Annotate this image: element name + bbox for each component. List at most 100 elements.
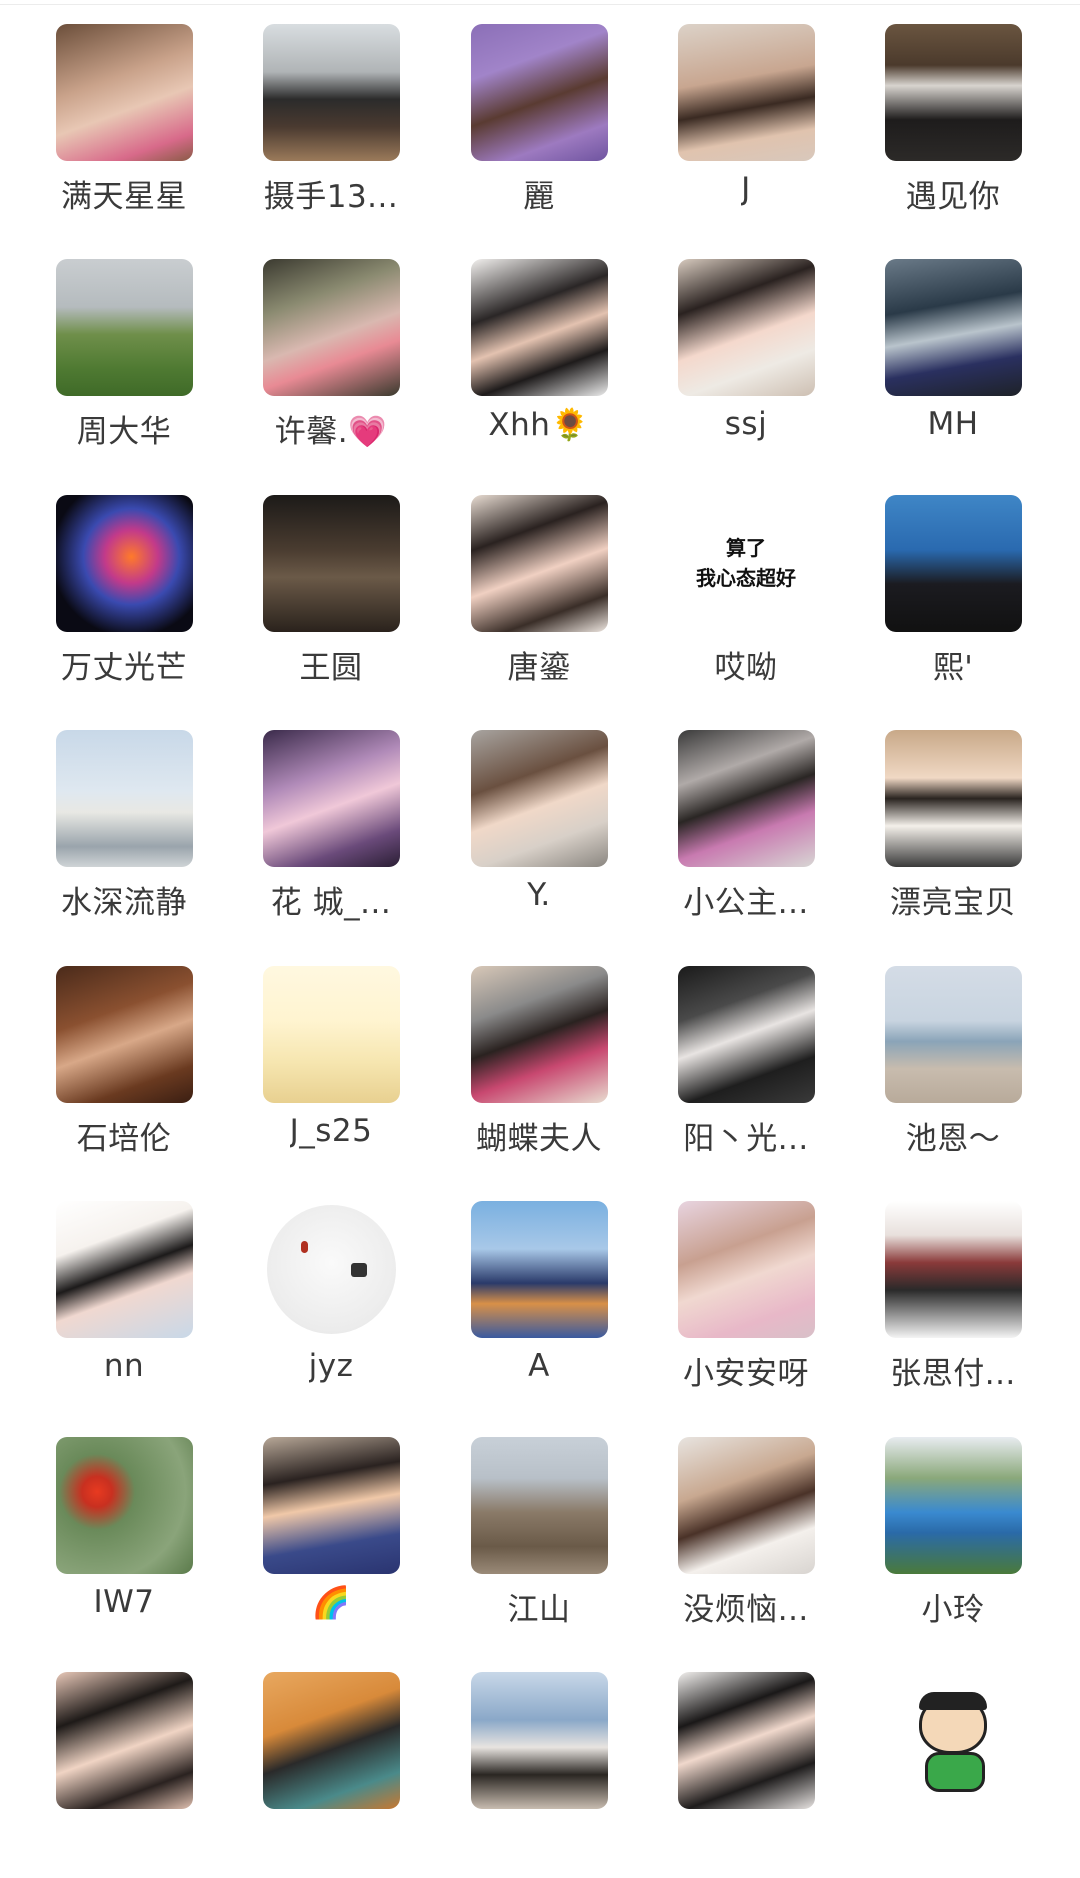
member-item[interactable]: nn — [21, 1177, 227, 1407]
member-avatar[interactable] — [55, 1672, 193, 1809]
member-avatar[interactable] — [470, 259, 608, 396]
member-name: jyz — [308, 1348, 354, 1384]
member-avatar[interactable] — [884, 259, 1022, 396]
member-item[interactable] — [643, 1648, 849, 1878]
member-item[interactable]: 小玲 — [850, 1413, 1056, 1643]
member-item[interactable]: 花 城_... — [228, 706, 434, 936]
member-item[interactable]: 许馨.💗 — [228, 235, 434, 465]
member-avatar[interactable] — [677, 24, 815, 161]
member-name: 遇见你 — [905, 179, 1001, 215]
member-avatar[interactable] — [677, 1672, 815, 1809]
member-item[interactable]: jyz — [228, 1177, 434, 1407]
member-avatar[interactable] — [470, 1672, 608, 1809]
member-item[interactable]: 蝴蝶夫人 — [436, 942, 642, 1172]
member-item[interactable]: Y. — [436, 706, 642, 936]
member-name: 熙' — [932, 650, 974, 686]
member-name: 摄手13... — [263, 179, 399, 215]
member-item[interactable]: 万丈光芒 — [21, 471, 227, 701]
member-avatar[interactable] — [262, 1672, 400, 1809]
member-name: 麗 — [523, 179, 555, 215]
member-avatar[interactable] — [884, 24, 1022, 161]
member-avatar[interactable] — [884, 1437, 1022, 1574]
member-name: 阳丶光... — [683, 1121, 809, 1157]
member-avatar[interactable] — [677, 730, 815, 867]
member-item[interactable]: 石培伦 — [21, 942, 227, 1172]
member-avatar[interactable] — [677, 259, 815, 396]
member-item[interactable]: 麗 — [436, 0, 642, 230]
member-item[interactable]: 摄手13... — [228, 0, 434, 230]
member-avatar[interactable] — [262, 730, 400, 867]
member-name: 王圆 — [299, 650, 363, 686]
member-avatar[interactable] — [884, 730, 1022, 867]
member-avatar[interactable] — [55, 966, 193, 1103]
member-item[interactable]: 周大华 — [21, 235, 227, 465]
member-avatar[interactable] — [884, 495, 1022, 632]
member-item[interactable]: 熙' — [850, 471, 1056, 701]
member-item[interactable]: Xhh🌻 — [436, 235, 642, 465]
member-avatar[interactable] — [55, 259, 193, 396]
member-item[interactable] — [228, 1648, 434, 1878]
member-avatar[interactable] — [262, 966, 400, 1103]
member-avatar[interactable] — [470, 730, 608, 867]
member-avatar[interactable] — [262, 1437, 400, 1574]
member-item[interactable]: ssj — [643, 235, 849, 465]
member-item[interactable]: 小公主... — [643, 706, 849, 936]
member-avatar[interactable] — [884, 966, 1022, 1103]
member-avatar[interactable] — [55, 495, 193, 632]
member-item[interactable]: 王圆 — [228, 471, 434, 701]
member-avatar[interactable] — [262, 24, 400, 161]
member-avatar[interactable] — [884, 1201, 1022, 1338]
member-avatar[interactable] — [470, 1201, 608, 1338]
member-item[interactable]: J — [643, 0, 849, 230]
member-item[interactable]: 池恩～ — [850, 942, 1056, 1172]
member-name: 小玲 — [921, 1592, 985, 1628]
member-item[interactable]: 🌈 — [228, 1413, 434, 1643]
member-item[interactable]: 江山 — [436, 1413, 642, 1643]
member-name: ssj — [724, 406, 768, 442]
member-item[interactable]: 唐鎏 — [436, 471, 642, 701]
member-avatar[interactable] — [470, 1437, 608, 1574]
member-name: 哎呦 — [714, 650, 778, 686]
member-item[interactable] — [21, 1648, 227, 1878]
member-avatar[interactable] — [470, 24, 608, 161]
member-item[interactable]: 小安安呀 — [643, 1177, 849, 1407]
member-avatar[interactable] — [262, 495, 400, 632]
member-item[interactable] — [436, 1648, 642, 1878]
member-item[interactable]: 阳丶光... — [643, 942, 849, 1172]
member-item[interactable] — [850, 1648, 1056, 1878]
member-item[interactable]: 遇见你 — [850, 0, 1056, 230]
member-item[interactable]: 漂亮宝贝 — [850, 706, 1056, 936]
member-item[interactable]: 算了 我心态超好 哎呦 — [643, 471, 849, 701]
cartoon-hair — [918, 1692, 987, 1710]
member-item[interactable]: MH — [850, 235, 1056, 465]
member-item[interactable]: 水深流静 — [21, 706, 227, 936]
member-name: 满天星星 — [61, 179, 187, 215]
member-avatar[interactable] — [470, 495, 608, 632]
member-avatar[interactable] — [55, 1437, 193, 1574]
member-avatar[interactable] — [470, 966, 608, 1103]
member-item[interactable]: IW7 — [21, 1413, 227, 1643]
member-avatar[interactable] — [262, 259, 400, 396]
member-avatar[interactable] — [55, 1201, 193, 1338]
member-name: A — [528, 1348, 550, 1384]
member-avatar[interactable]: 算了 我心态超好 — [677, 495, 815, 632]
member-name: Xhh🌻 — [488, 407, 590, 443]
member-avatar[interactable] — [55, 730, 193, 867]
member-item[interactable]: 满天星星 — [21, 0, 227, 230]
member-item[interactable]: 没烦恼... — [643, 1413, 849, 1643]
member-item[interactable]: 张思付... — [850, 1177, 1056, 1407]
member-name: 许馨.💗 — [274, 414, 388, 450]
member-avatar[interactable] — [677, 1201, 815, 1338]
member-name: 万丈光芒 — [61, 650, 187, 686]
member-item[interactable]: A — [436, 1177, 642, 1407]
member-avatar[interactable] — [677, 966, 815, 1103]
text-art-line-2: 我心态超好 — [696, 566, 796, 590]
member-name: 池恩～ — [905, 1121, 1001, 1157]
round-ink-painting — [266, 1205, 396, 1334]
member-avatar[interactable] — [262, 1201, 400, 1338]
member-name: 小公主... — [683, 885, 809, 921]
member-avatar[interactable] — [55, 24, 193, 161]
member-avatar[interactable] — [677, 1437, 815, 1574]
member-avatar[interactable] — [884, 1672, 1022, 1809]
member-item[interactable]: J_s25 — [228, 942, 434, 1172]
